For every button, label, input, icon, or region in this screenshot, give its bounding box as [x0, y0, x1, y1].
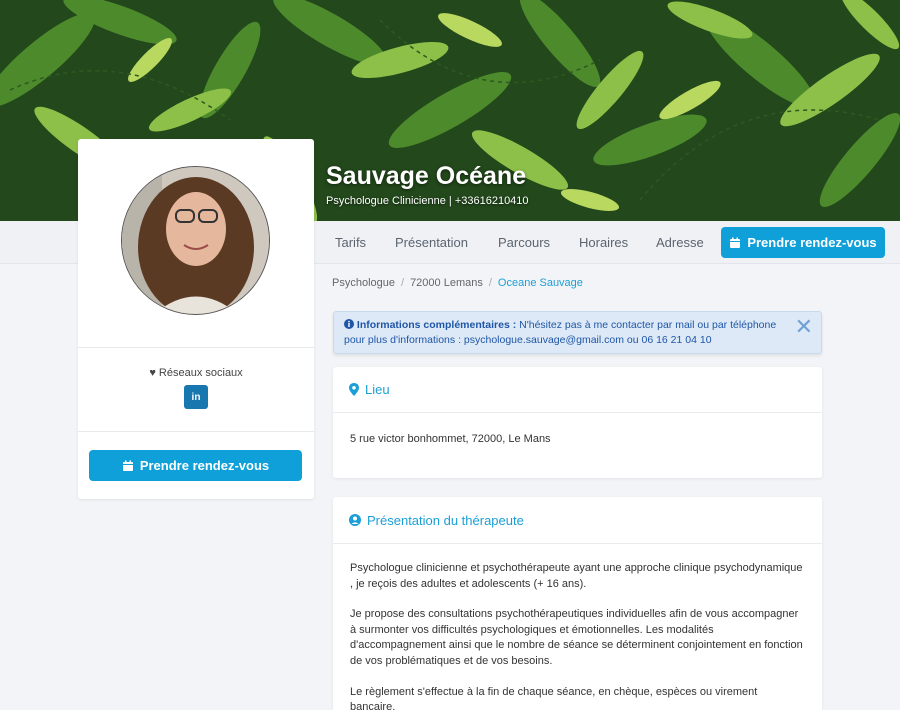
profile-subtitle: Psychologue Clinicienne | +33616210410	[326, 195, 529, 207]
breadcrumb-separator: /	[401, 277, 405, 289]
tab-adresse[interactable]: Adresse	[656, 235, 704, 250]
breadcrumb: Psychologue / 72000 Lemans / Oceane Sauvage	[332, 277, 583, 289]
presentation-paragraph: Le règlement s'effectue à la fin de chaq…	[350, 685, 758, 710]
location-card-title: Lieu	[365, 382, 390, 397]
location-card-header: Lieu	[333, 367, 822, 413]
breadcrumb-item-current: Oceane Sauvage	[497, 277, 583, 289]
sidebar-book-appointment-label: Prendre rendez-vous	[139, 458, 270, 473]
social-networks-label: Réseaux sociaux	[158, 367, 243, 379]
close-icon[interactable]: ✕	[795, 316, 813, 338]
avatar	[121, 166, 270, 315]
card-divider	[78, 431, 314, 432]
book-appointment-button[interactable]: Prendre rendez-vous	[721, 227, 885, 258]
linkedin-icon[interactable]: in	[184, 385, 208, 409]
presentation-card-title: Présentation du thérapeute	[367, 512, 524, 528]
presentation-card: Présentation du thérapeute Psychologue c…	[333, 497, 822, 710]
alert-title: Informations complémentaires :	[356, 319, 517, 331]
presentation-paragraph: Je propose des consultations psychothéra…	[350, 608, 803, 667]
sidebar-book-appointment-button[interactable]: Prendre rendez-vous	[89, 450, 302, 481]
address-text: 5 rue victor bonhommet, 72000, Le Mans	[350, 433, 551, 445]
location-card: Lieu 5 rue victor bonhommet, 72000, Le M…	[333, 367, 822, 478]
calendar-icon	[122, 460, 133, 471]
breadcrumb-item-city[interactable]: 72000 Lemans	[410, 277, 483, 289]
map-marker-icon	[349, 383, 359, 396]
avatar-photo	[122, 167, 269, 314]
tab-tarifs[interactable]: Tarifs	[335, 235, 366, 250]
location-card-body: 5 rue victor bonhommet, 72000, Le Mans	[333, 413, 822, 448]
social-networks-heading: ♥ Réseaux sociaux	[78, 367, 314, 379]
user-circle-icon	[349, 514, 361, 526]
card-divider	[78, 347, 314, 348]
info-icon	[344, 319, 354, 329]
tab-horaires[interactable]: Horaires	[579, 235, 628, 250]
breadcrumb-item-psychologue[interactable]: Psychologue	[332, 277, 395, 289]
info-alert: Informations complémentaires : N'hésitez…	[333, 311, 822, 354]
tab-parcours[interactable]: Parcours	[498, 235, 550, 250]
presentation-card-body: Psychologue clinicienne et psychothérape…	[333, 544, 822, 710]
breadcrumb-separator: /	[488, 277, 492, 289]
presentation-card-header: Présentation du thérapeute	[333, 497, 822, 544]
calendar-icon	[730, 237, 741, 248]
book-appointment-label: Prendre rendez-vous	[747, 235, 877, 250]
heart-icon: ♥	[149, 367, 156, 379]
presentation-paragraph: Psychologue clinicienne et psychothérape…	[350, 562, 803, 590]
profile-name: Sauvage Océane	[326, 162, 527, 190]
tab-presentation[interactable]: Présentation	[395, 235, 468, 250]
